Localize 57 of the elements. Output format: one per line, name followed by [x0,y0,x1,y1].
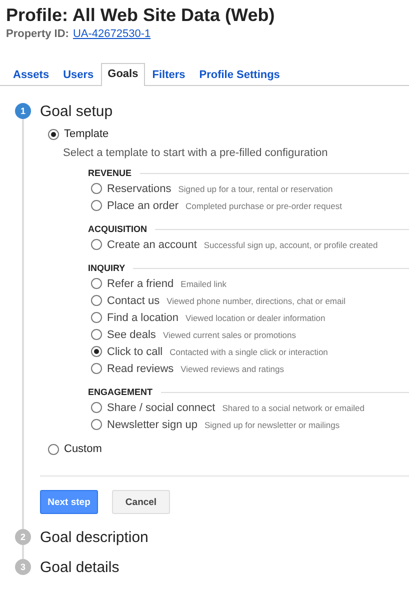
radio-button[interactable] [91,239,102,250]
tab[interactable]: Profile Settings [192,64,287,86]
radio-button[interactable] [91,346,102,357]
template-hint: Select a template to start with a pre-filled configuration [63,147,329,159]
category-heading: ENGAGEMENT [88,387,153,397]
tab[interactable]: Goals [100,63,146,86]
category-heading: ACQUISITION [88,224,148,234]
category-heading: REVENUE [88,168,132,178]
goal-description: Contacted with a single click or interaction [170,346,328,356]
page-title: Profile: All Web Site Data (Web) [6,4,276,26]
goal-description: Completed purchase or pre-order request [186,200,342,210]
goal-description: Emailed link [180,278,226,288]
tab[interactable]: Assets [6,64,56,86]
goal-name: Read reviews [107,362,174,374]
goal-description: Signed up for a tour, rental or reservation [178,184,333,194]
radio-button[interactable] [91,295,102,306]
goal-description: Viewed reviews and ratings [180,364,284,374]
radio-button[interactable] [91,402,102,413]
radio-button[interactable] [91,312,102,323]
step-number: 2 [15,529,31,545]
category-heading: INQUIRY [88,263,126,273]
goal-description: Viewed current sales or promotions [162,330,296,340]
goal-name: Find a location [107,312,179,324]
step-title[interactable]: Goal details [40,558,120,576]
goal-description: Signed up for newsletter or mailings [204,420,340,430]
cancel-button[interactable]: Cancel [112,490,170,514]
property-label: Property ID: [6,28,69,40]
step-title[interactable]: Goal description [40,528,148,546]
radio-label: Template [64,128,109,140]
property-id-link[interactable]: UA-42672530-1 [72,28,151,40]
goal-description: Shared to a social network or emailed [222,402,364,412]
goal-name: See deals [107,328,156,340]
goal-name: Newsletter sign up [107,418,198,430]
tab[interactable]: Filters [145,64,192,86]
radio-label: Custom [64,443,102,455]
radio-button[interactable] [91,363,102,374]
step-number: 3 [15,559,31,575]
goal-name: Create an account [107,238,197,250]
radio-button[interactable] [48,128,59,140]
tab[interactable]: Users [56,64,101,86]
goal-name: Place an order [107,200,179,212]
step-title[interactable]: Goal setup [40,102,113,120]
goal-description: Viewed location or dealer information [186,312,326,322]
goal-name: Reservations [107,182,172,194]
radio-button[interactable] [91,419,102,430]
radio-button[interactable] [91,329,102,340]
goal-name: Click to call [107,346,163,358]
goal-description: Viewed phone number, directions, chat or email [166,296,346,306]
radio-button[interactable] [91,183,102,194]
radio-button[interactable] [91,278,102,289]
step-number: 1 [15,103,31,119]
radio-button[interactable] [48,444,59,454]
goal-name: Refer a friend [107,278,174,290]
radio-button[interactable] [91,200,102,211]
goal-name: Contact us [107,294,160,306]
goal-description: Successful sign up, account, or profile created [204,240,378,250]
goal-name: Share / social connect [107,402,216,414]
